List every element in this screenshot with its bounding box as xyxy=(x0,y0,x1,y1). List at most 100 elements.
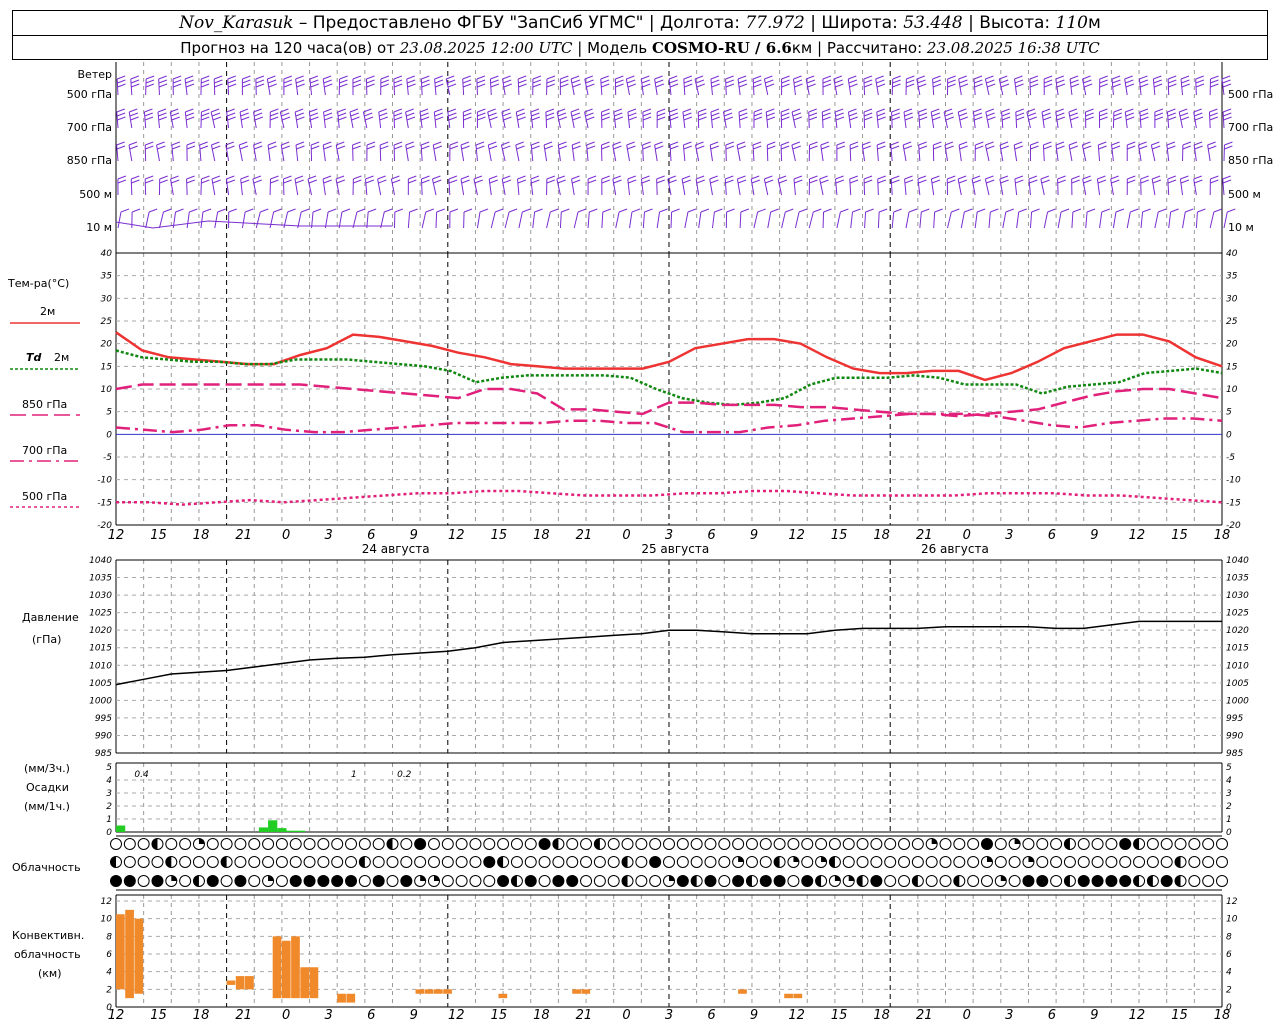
cloud-symbol xyxy=(856,856,869,868)
cloud-symbol xyxy=(179,838,192,850)
wind-barb-staff xyxy=(904,178,907,196)
wind-barb xyxy=(960,208,973,229)
cloud-fill xyxy=(511,875,517,887)
cloud-symbol xyxy=(939,875,952,887)
wind-barb-staff xyxy=(1222,178,1225,196)
wind-barb-flag xyxy=(393,116,403,121)
temp-tick-label: 10 xyxy=(101,385,113,395)
date-label: 26 августа xyxy=(921,542,989,556)
wind-barb-flag xyxy=(600,75,609,80)
x-tick-label-bottom: 9 xyxy=(750,1008,758,1023)
wind-barb-flag xyxy=(186,175,195,180)
wind-barb-flag xyxy=(226,112,236,117)
wind-barb-staff xyxy=(877,178,879,196)
temp-tick-label: 30 xyxy=(101,294,113,304)
wind-barb xyxy=(808,141,818,162)
wind-barb-flag xyxy=(863,108,873,113)
wind-barb xyxy=(559,208,570,229)
wind-barb xyxy=(116,141,126,162)
wind-barb xyxy=(1096,175,1107,196)
wind-barb-flag xyxy=(1182,145,1191,150)
x-tick-label: 0 xyxy=(282,528,290,543)
cloud-fill xyxy=(420,875,426,881)
cloud-symbol xyxy=(898,875,911,887)
wind-barb-flag xyxy=(932,75,941,80)
wind-barb-flag xyxy=(681,175,691,180)
cloud-circle xyxy=(884,856,897,868)
wind-barb-flag xyxy=(351,116,360,121)
wind-barb-flag xyxy=(944,141,954,146)
wind-barb-staff xyxy=(891,211,895,229)
cloud-circle xyxy=(566,838,579,850)
wind-barb-flag xyxy=(1000,83,1010,88)
cloud-circle xyxy=(911,838,924,850)
cloud-circle xyxy=(801,838,814,850)
wind-barb-staff xyxy=(739,211,742,229)
cloud-circle xyxy=(856,838,869,850)
wind-barb-flag xyxy=(379,112,388,117)
x-tick-label: 9 xyxy=(750,528,758,543)
wind-barb-flag xyxy=(1113,108,1123,113)
x-tick-label-bottom: 15 xyxy=(1171,1008,1188,1023)
wind-barb xyxy=(311,208,322,229)
wind-barb-flag xyxy=(684,83,693,88)
wind-barb-staff xyxy=(947,211,952,229)
wind-barb-flag xyxy=(601,112,610,117)
wind-barb-staff xyxy=(200,211,204,229)
wind-barb-staff xyxy=(864,211,867,229)
x-tick-label-bottom: 12 xyxy=(788,1008,805,1023)
wind-barb-flag xyxy=(571,79,581,84)
wind-barb-flag xyxy=(807,83,816,88)
wind-barb-flag xyxy=(1154,108,1164,113)
wind-barb-flag xyxy=(163,208,172,213)
cloud-circle xyxy=(663,856,675,868)
wind-barb-flag xyxy=(752,75,762,80)
wind-barb-flag xyxy=(116,112,126,117)
wind-barb-flag xyxy=(753,108,763,113)
x-tick-label-bottom: 12 xyxy=(448,1008,465,1023)
wind-barb xyxy=(917,175,927,196)
wind-barb xyxy=(556,108,567,129)
wind-barb-flag xyxy=(199,145,209,150)
wind-barb-flag xyxy=(641,79,650,84)
cloud-circle xyxy=(1050,856,1063,868)
wind-level-label: 500 гПа xyxy=(67,88,112,101)
wind-barb-flag xyxy=(792,145,801,150)
cloud-circle xyxy=(123,875,136,887)
wind-barb xyxy=(600,75,610,96)
cloud-symbol xyxy=(234,856,247,868)
wind-barb xyxy=(1138,141,1148,162)
wind-barb xyxy=(184,75,195,96)
wind-barb-flag xyxy=(421,179,430,184)
wind-barb-flag xyxy=(642,116,652,121)
cloud-symbol xyxy=(1119,875,1132,887)
wind-barb xyxy=(362,108,374,129)
wind-barb-flag xyxy=(1181,83,1190,88)
cloud-symbol xyxy=(331,838,344,850)
wind-barb-flag xyxy=(822,112,831,117)
wind-barb xyxy=(1002,208,1015,229)
wind-barb-flag xyxy=(1168,79,1177,84)
wind-barb-flag xyxy=(572,83,581,88)
wind-barb xyxy=(586,141,596,162)
legend-t500-label: 500 гПа xyxy=(22,490,67,503)
wind-barb-flag xyxy=(793,75,802,80)
cloud-symbol xyxy=(289,856,302,868)
wind-barb-flag xyxy=(1213,208,1223,213)
cloud-symbol xyxy=(690,856,703,868)
cloud-circle xyxy=(524,875,537,887)
cloud-fill xyxy=(746,875,752,887)
wind-barb-flag xyxy=(352,145,361,150)
cloud-circle xyxy=(718,838,731,850)
cloud-symbol xyxy=(386,856,399,868)
wind-barb-flag xyxy=(791,141,801,146)
wind-barb-flag xyxy=(1099,83,1108,88)
wind-barb-flag xyxy=(1152,145,1161,150)
cloud-fill xyxy=(221,856,227,868)
wind-barb-flag xyxy=(561,208,570,213)
cloud-symbol xyxy=(898,856,911,868)
cloud-symbol xyxy=(1077,856,1090,868)
wind-barb xyxy=(697,108,707,129)
wind-barb-flag xyxy=(350,112,359,117)
wind-barb-flag xyxy=(323,112,333,117)
